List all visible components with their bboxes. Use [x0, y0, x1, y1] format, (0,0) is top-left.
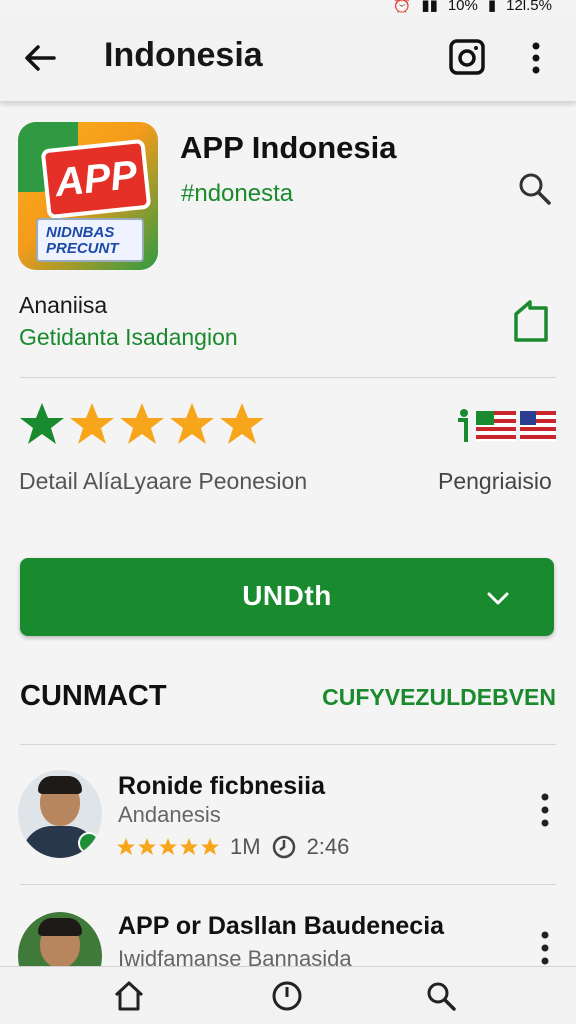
install-button[interactable]: UNDth: [20, 558, 554, 636]
bottom-nav: [0, 966, 576, 1024]
verified-badge-icon: [78, 832, 100, 854]
app-icon-sign: NIDNBAS PRECUNT: [36, 218, 144, 262]
home-icon[interactable]: [112, 979, 146, 1013]
clock-icon: [272, 835, 295, 859]
camera-icon[interactable]: [448, 38, 486, 76]
status-extra: 12l.5%: [506, 0, 552, 14]
section-title: CUNMACT: [20, 680, 167, 712]
app-icon-badge: APP: [40, 138, 152, 220]
developer-name: Ananiisa: [19, 292, 108, 318]
rating-right-label: Pengriaisio: [438, 468, 552, 494]
share-icon[interactable]: [510, 298, 552, 344]
app-name: APP Indonesia: [180, 130, 397, 165]
status-bar: ⏰ ▮▮ 10% ▮ 12l.5%: [0, 0, 576, 16]
star-icon: [20, 403, 64, 444]
alarm-icon: ⏰: [392, 0, 412, 14]
item-duration: 2:46: [306, 834, 350, 859]
star-icon: [201, 838, 219, 855]
star-icon: [170, 403, 214, 444]
star-icon: [70, 403, 114, 444]
divider: [20, 377, 556, 378]
search-icon[interactable]: [514, 168, 554, 208]
avatar: [18, 770, 102, 858]
more-vert-icon[interactable]: [536, 792, 554, 828]
app-bar: Indonesia: [0, 16, 576, 102]
divider: [20, 744, 556, 745]
star-icon: [180, 838, 198, 855]
more-vert-icon[interactable]: [536, 930, 554, 966]
battery-icon: ▮: [487, 0, 497, 14]
section-link[interactable]: CUFYVEZULDEBVEN: [322, 684, 556, 711]
star-icon: [138, 838, 156, 855]
developer-subtitle[interactable]: Getidanta Isadangion: [19, 324, 238, 351]
item-meta: 1M 2:46: [116, 834, 349, 860]
install-button-label: UNDth: [242, 580, 332, 611]
clock-icon[interactable]: [270, 979, 304, 1013]
info-icon: [458, 409, 468, 442]
flag-icon: [476, 411, 516, 441]
search-icon[interactable]: [424, 979, 458, 1013]
chevron-down-icon[interactable]: [484, 584, 512, 612]
flag-icon: [520, 411, 556, 441]
signal-icon: ▮▮: [421, 0, 438, 14]
app-tag[interactable]: #ndonesta: [181, 180, 293, 208]
item-title: Ronide ficbnesiia: [118, 772, 325, 800]
star-icon: [220, 403, 264, 444]
flags: [452, 408, 556, 444]
item-rating-stars: [116, 837, 220, 857]
battery-text: 10%: [447, 0, 478, 14]
app-icon[interactable]: APP NIDNBAS PRECUNT: [18, 122, 158, 270]
star-icon: [120, 403, 164, 444]
arrow-left-icon[interactable]: [20, 38, 60, 78]
rating-label: Detail AlíaLyaare Peonesion: [19, 468, 308, 494]
item-subtitle: Andanesis: [118, 802, 221, 827]
avatar-hair: [38, 918, 82, 936]
divider: [20, 884, 556, 885]
avatar-hair: [38, 776, 82, 794]
item-title: APP or Dasllan Baudenecia: [118, 912, 445, 940]
item-count: 1M: [230, 834, 261, 859]
star-icon: [117, 838, 135, 855]
star-icon: [159, 838, 177, 855]
page-title: Indonesia: [104, 36, 263, 74]
rating-stars: [18, 400, 266, 448]
more-vert-icon[interactable]: [522, 38, 550, 78]
